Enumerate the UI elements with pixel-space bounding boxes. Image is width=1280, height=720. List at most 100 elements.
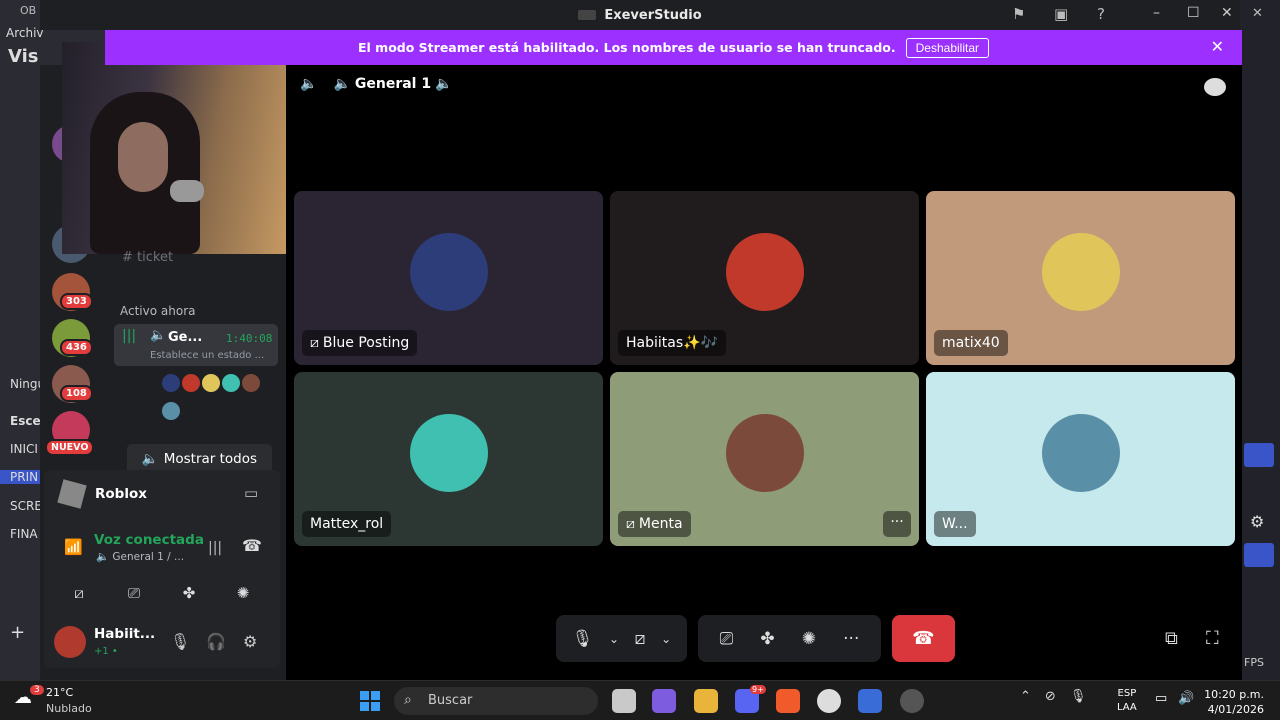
microphone-icon[interactable]: 🎙 bbox=[170, 632, 190, 651]
roblox-icon bbox=[57, 479, 87, 509]
avatar bbox=[725, 414, 804, 492]
participant-tile[interactable]: Mattex_rol bbox=[294, 372, 603, 546]
participant-name: matix40 bbox=[942, 335, 1000, 351]
chevron-up-icon[interactable]: ⌃ bbox=[1020, 689, 1031, 704]
member-avatar[interactable] bbox=[162, 374, 180, 392]
microphone-icon bbox=[170, 180, 204, 202]
inbox-icon[interactable]: ▣ bbox=[1054, 5, 1068, 23]
popout-icon[interactable]: ⧉ bbox=[1165, 628, 1178, 649]
obs-side-escen: Escen bbox=[10, 414, 50, 428]
participant-tile[interactable]: Habiitas✨🎶 bbox=[610, 191, 919, 365]
app-icon[interactable] bbox=[900, 689, 924, 713]
avatar[interactable] bbox=[54, 626, 86, 658]
participant-nameplate: ⧄ Blue Posting bbox=[302, 330, 418, 356]
fullscreen-icon[interactable]: ⛶ bbox=[1206, 628, 1219, 649]
camera-off-icon[interactable]: ⧄ bbox=[635, 629, 646, 649]
lang-code: ESP bbox=[1117, 688, 1137, 699]
network-icon[interactable]: ▭ bbox=[1155, 691, 1167, 706]
member-avatar[interactable] bbox=[242, 374, 260, 392]
speaker-icon: 🔈 bbox=[300, 76, 318, 92]
signal-icon[interactable]: 📶 bbox=[64, 538, 83, 556]
obs-right-button[interactable] bbox=[1244, 443, 1274, 467]
participant-tile[interactable]: matix40 bbox=[926, 191, 1235, 365]
participant-tile[interactable]: ⧄ Menta ··· bbox=[610, 372, 919, 546]
obs-right-button[interactable] bbox=[1244, 543, 1274, 567]
more-options-button[interactable]: ··· bbox=[883, 511, 911, 537]
activities-icon[interactable]: ✤ bbox=[760, 629, 774, 649]
webcam-face bbox=[118, 122, 168, 192]
voice-channel-path[interactable]: 🔈 General 1 / ... bbox=[96, 550, 184, 563]
disable-streamer-button[interactable]: Deshabilitar bbox=[905, 37, 989, 58]
activities-icon[interactable]: ✤ bbox=[166, 578, 212, 608]
user-panel: Habiit... +1 • 🎙 🎧 ⚙ bbox=[44, 616, 280, 668]
soundboard-icon[interactable]: ✺ bbox=[802, 629, 816, 649]
obs-add-icon[interactable]: + bbox=[0, 622, 40, 643]
microphone-icon[interactable]: 🎙 bbox=[572, 629, 594, 649]
member-avatar[interactable] bbox=[222, 374, 240, 392]
obs-icon[interactable] bbox=[817, 689, 841, 713]
headphones-icon[interactable]: 🎧 bbox=[206, 632, 226, 651]
avatar bbox=[1041, 414, 1120, 492]
minimize-icon[interactable]: – bbox=[1153, 5, 1160, 21]
gear-icon[interactable]: ⚙ bbox=[1250, 512, 1264, 531]
flag-icon[interactable]: ⚑ bbox=[1012, 5, 1025, 23]
gear-icon[interactable]: ⚙ bbox=[243, 632, 257, 651]
participant-name: Mattex_rol bbox=[310, 516, 384, 532]
start-button[interactable] bbox=[360, 691, 380, 711]
clock[interactable]: 10:20 p.m. 4/01/2026 bbox=[1202, 687, 1264, 717]
activity-game: Roblox bbox=[95, 486, 147, 502]
obs-right-panel bbox=[1240, 0, 1280, 680]
obs-scene-scre[interactable]: SCRE bbox=[0, 499, 42, 513]
member-avatar[interactable] bbox=[182, 374, 200, 392]
obs-menu-file[interactable]: Archiv bbox=[6, 26, 44, 40]
chevron-down-icon[interactable]: ⌄ bbox=[609, 632, 619, 646]
more-icon[interactable]: ··· bbox=[843, 629, 859, 649]
file-explorer-icon[interactable] bbox=[694, 689, 718, 713]
roblox-app-icon[interactable] bbox=[858, 689, 882, 713]
copilot-icon[interactable] bbox=[652, 689, 676, 713]
mention-badge: 108 bbox=[60, 385, 93, 402]
muted-icon: ⧄ bbox=[626, 516, 635, 532]
camera-off-icon[interactable]: ⧄ bbox=[56, 578, 102, 608]
user-name: Habiit... bbox=[94, 626, 156, 642]
voice-channel-row[interactable]: ||| 🔈 Ge... 1:40:08 Establece un estado … bbox=[114, 324, 278, 366]
member-avatar[interactable] bbox=[162, 402, 180, 420]
brave-icon[interactable] bbox=[776, 689, 800, 713]
participant-name: Habiitas✨🎶 bbox=[626, 335, 718, 351]
clock-time: 10:20 p.m. bbox=[1204, 688, 1264, 701]
obs-scene-fina[interactable]: FINA bbox=[0, 527, 40, 541]
discord-badge: 9+ bbox=[750, 685, 766, 694]
speaker-icon: 🔈 bbox=[141, 451, 159, 467]
noise-suppression-icon[interactable]: ||| bbox=[208, 540, 222, 556]
disconnect-button[interactable]: ☎ bbox=[892, 615, 955, 662]
screen-share-icon[interactable]: ⎚ bbox=[720, 629, 734, 649]
chevron-down-icon[interactable]: ⌄ bbox=[661, 632, 671, 646]
obs-scene-inici[interactable]: INICI bbox=[0, 442, 40, 456]
close-icon[interactable]: ✕ bbox=[1221, 5, 1233, 21]
channel-ticket[interactable]: # ticket bbox=[122, 250, 173, 265]
lang-region: LAA bbox=[1117, 702, 1137, 713]
language-indicator[interactable]: ESP LAA bbox=[1117, 687, 1137, 715]
soundboard-icon[interactable]: ✺ bbox=[220, 578, 266, 608]
obs-fps: FPS bbox=[1244, 656, 1264, 669]
obs-scene-prin[interactable]: PRIN bbox=[0, 470, 40, 484]
microphone-icon[interactable]: 🎙 bbox=[1070, 689, 1087, 704]
participant-tile[interactable]: ⧄ Blue Posting bbox=[294, 191, 603, 365]
taskbar-search[interactable]: ⌕ Buscar bbox=[394, 687, 598, 715]
window-title: ExeverStudio bbox=[604, 7, 702, 23]
taskview-icon[interactable] bbox=[612, 689, 636, 713]
volume-icon[interactable]: 🔊 bbox=[1178, 691, 1194, 706]
member-avatar[interactable] bbox=[202, 374, 220, 392]
help-icon[interactable]: ? bbox=[1097, 5, 1105, 23]
maximize-icon[interactable]: ☐ bbox=[1187, 5, 1200, 21]
screen-share-icon[interactable]: ⎚ bbox=[111, 578, 157, 608]
chat-icon[interactable] bbox=[1204, 78, 1226, 96]
disconnect-icon[interactable]: ☎ bbox=[242, 536, 262, 555]
close-icon[interactable]: ✕ bbox=[1211, 37, 1224, 56]
no-camera-icon[interactable]: ⊘ bbox=[1045, 689, 1056, 704]
taskbar: ☁ 3 21°C Nublado ⌕ Buscar 9+ ⌃ ⊘ 🎙 ESP L… bbox=[0, 680, 1280, 720]
participant-tile[interactable]: W... bbox=[926, 372, 1235, 546]
voice-status[interactable]: Establece un estado ... bbox=[150, 350, 264, 361]
stream-icon[interactable]: ▭ bbox=[244, 484, 258, 502]
close-icon[interactable]: ✕ bbox=[1252, 6, 1263, 21]
